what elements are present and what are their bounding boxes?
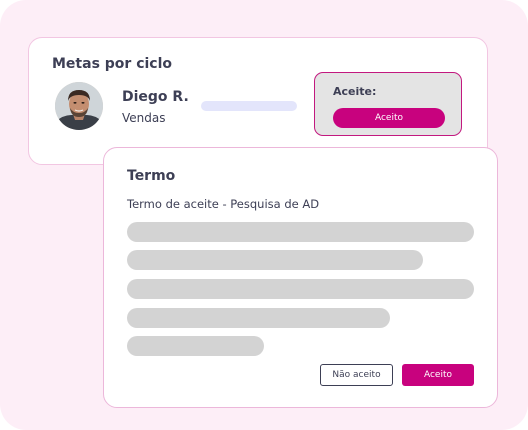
text-skeleton-line xyxy=(127,222,474,242)
user-department: Vendas xyxy=(122,111,166,125)
accept-button[interactable]: Aceito xyxy=(402,364,474,386)
progress-bar-placeholder xyxy=(201,101,297,111)
text-skeleton-line xyxy=(127,336,264,356)
acceptance-label: Aceite: xyxy=(333,85,377,98)
user-name: Diego R. xyxy=(122,89,189,105)
user-avatar-icon xyxy=(55,82,103,130)
acceptance-box: Aceite: Aceito xyxy=(314,72,462,136)
term-modal: Termo Termo de aceite - Pesquisa de AD N… xyxy=(103,147,498,408)
text-skeleton-line xyxy=(127,279,474,299)
avatar xyxy=(55,82,103,130)
term-modal-subtitle: Termo de aceite - Pesquisa de AD xyxy=(127,197,320,211)
text-skeleton-line xyxy=(127,308,390,328)
goals-card: Metas por ciclo Diego R. Vendas Aceite: … xyxy=(28,37,488,165)
decline-button[interactable]: Não aceito xyxy=(320,364,393,386)
text-skeleton-line xyxy=(127,250,423,270)
accepted-button[interactable]: Aceito xyxy=(333,108,445,128)
term-modal-title: Termo xyxy=(127,168,176,184)
goals-card-title: Metas por ciclo xyxy=(52,56,173,72)
